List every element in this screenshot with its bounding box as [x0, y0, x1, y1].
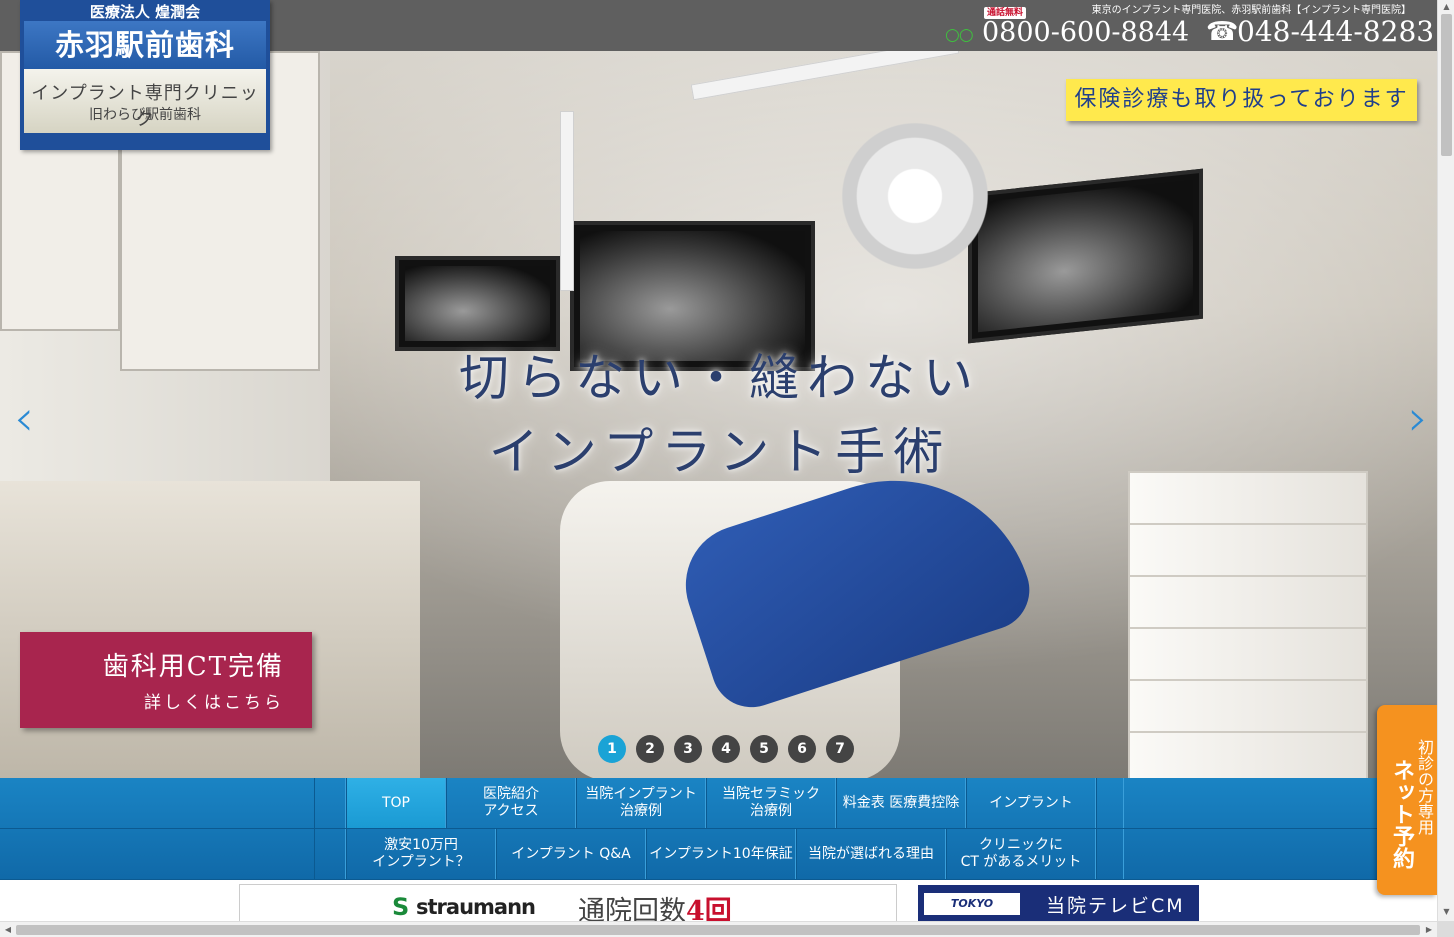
- main-nav: TOP 医院紹介 アクセス 当院インプラント 治療例 当院セラミック 治療例 料…: [0, 778, 1437, 880]
- reservation-label: ネット予約: [1389, 759, 1414, 869]
- nav-top[interactable]: TOP: [346, 778, 446, 828]
- slider-dot[interactable]: 4: [712, 735, 740, 763]
- scrollbar-corner: [1437, 921, 1454, 937]
- clinic-logo[interactable]: 医療法人 煌潤会 赤羽駅前歯科 インプラント専門クリニック 旧わらび駅前歯科: [20, 0, 270, 150]
- nav-implant-qa[interactable]: インプラント Q&A: [496, 829, 646, 879]
- straumann-visits-label: 通院回数: [578, 896, 686, 921]
- nav-cheap-implant[interactable]: 激安10万円 インプラント？: [346, 829, 496, 879]
- logo-name: 赤羽駅前歯科: [24, 21, 266, 69]
- nav-spacer: [1096, 778, 1124, 828]
- tv-cm-banner[interactable]: TOKYO 当院テレビCM: [918, 885, 1199, 921]
- nav-row-2: 激安10万円 インプラント？ インプラント Q&A インプラント10年保証 当院…: [0, 829, 1437, 880]
- horizontal-scrollbar[interactable]: ◀ ▶: [0, 921, 1437, 937]
- logo-subpanel: インプラント専門クリニック 旧わらび駅前歯科: [24, 69, 266, 133]
- scroll-up-icon[interactable]: ▲: [1438, 0, 1454, 14]
- nav-reasons[interactable]: 当院が選ばれる理由: [796, 829, 946, 879]
- straumann-visits-count: 4回: [686, 896, 732, 921]
- straumann-visits: 通院回数4回: [578, 889, 732, 921]
- nav-spacer: [314, 778, 346, 828]
- slider-pagination: 1 2 3 4 5 6 7: [598, 735, 854, 763]
- nav-row-1: TOP 医院紹介 アクセス 当院インプラント 治療例 当院セラミック 治療例 料…: [0, 778, 1437, 829]
- phone-free-link[interactable]: 0800-600-8844: [982, 17, 1189, 48]
- slider-dot[interactable]: 1: [598, 735, 626, 763]
- vertical-scroll-thumb[interactable]: [1441, 14, 1452, 156]
- nav-implant-warranty[interactable]: インプラント10年保証: [646, 829, 796, 879]
- slider-dot[interactable]: 3: [674, 735, 702, 763]
- site-tagline: 東京のインプラント専門医院、赤羽駅前歯科【インプラント専門医院】: [1091, 5, 1411, 16]
- nav-spacer: [314, 829, 346, 879]
- hero-headline-line2: インプラント手術: [488, 423, 952, 481]
- ct-banner-link[interactable]: 歯科用CT完備 詳しくはこちら: [20, 632, 312, 728]
- slider-prev-arrow-icon[interactable]: ‹: [14, 393, 44, 446]
- scroll-left-icon[interactable]: ◀: [0, 922, 16, 937]
- hero-scene-drawers: [1128, 471, 1368, 778]
- hero-scene-counter: [0, 481, 420, 778]
- scroll-down-icon[interactable]: ▼: [1438, 905, 1454, 919]
- hero-headline-line1: 切らない・縫わない: [459, 349, 981, 407]
- logo-old-name: 旧わらび駅前歯科: [89, 107, 201, 123]
- slider-next-arrow-icon[interactable]: ›: [1408, 393, 1437, 446]
- logo-org: 医療法人 煌潤会: [89, 3, 201, 21]
- tv-cm-text: 当院テレビCM: [1046, 895, 1185, 917]
- phone-icon: ☎: [1206, 17, 1239, 47]
- vertical-scrollbar[interactable]: ▲ ▼: [1437, 0, 1454, 921]
- net-reservation-tab[interactable]: 初診の方専用 ネット予約: [1377, 705, 1437, 895]
- insurance-notice: 保険診療も取り扱っております: [1066, 79, 1417, 121]
- nav-pricing[interactable]: 料金表 医療費控除: [836, 778, 966, 828]
- scroll-right-icon[interactable]: ▶: [1421, 922, 1437, 937]
- hero-slider: 切らない・縫わない インプラント手術 保険診療も取り扱っております 歯科用CT完…: [0, 51, 1437, 778]
- hero-scene-monitor: [968, 168, 1203, 344]
- slider-dot[interactable]: 2: [636, 735, 664, 763]
- straumann-brand: straumann: [416, 895, 536, 919]
- nav-spacer: [1096, 829, 1124, 879]
- nav-about-access[interactable]: 医院紹介 アクセス: [446, 778, 576, 828]
- slider-dot[interactable]: 7: [826, 735, 854, 763]
- horizontal-scroll-thumb[interactable]: [16, 925, 1420, 935]
- hero-scene-lamp: [830, 111, 1000, 281]
- nav-ct-merit[interactable]: クリニックに CT があるメリット: [946, 829, 1096, 879]
- slider-dot[interactable]: 6: [788, 735, 816, 763]
- nav-implant[interactable]: インプラント: [966, 778, 1096, 828]
- hero-scene-arm: [560, 111, 574, 291]
- nav-implant-cases[interactable]: 当院インプラント 治療例: [576, 778, 706, 828]
- tokyo-mx-logo: TOKYO: [924, 893, 1020, 915]
- ct-banner-title: 歯科用CT完備: [102, 652, 284, 682]
- straumann-banner[interactable]: S straumann 通院回数4回: [239, 884, 897, 921]
- freedial-icon: ○○: [945, 25, 974, 45]
- hero-scene-arm: [690, 51, 960, 101]
- slider-dot[interactable]: 5: [750, 735, 778, 763]
- hero-headline: 切らない・縫わない インプラント手術: [440, 341, 1000, 489]
- nav-ceramic-cases[interactable]: 当院セラミック 治療例: [706, 778, 836, 828]
- hero-scene-monitor: [395, 256, 560, 351]
- phone-main-link[interactable]: 048-444-8283: [1237, 15, 1434, 48]
- straumann-logo-icon: S: [392, 893, 410, 921]
- ct-banner-sub: 詳しくはこちら: [144, 693, 284, 713]
